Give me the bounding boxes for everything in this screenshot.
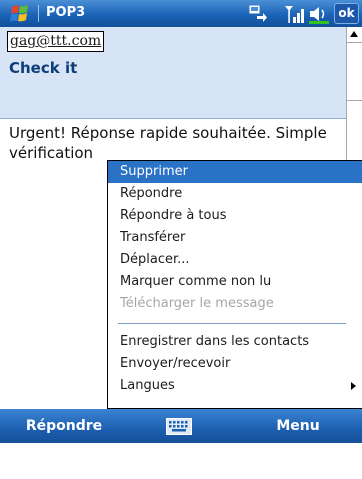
title-bar: POP3 ok — [0, 0, 362, 27]
menu-item-deplacer[interactable]: Déplacer... — [108, 249, 362, 271]
softkey-menu[interactable]: Menu — [234, 409, 362, 443]
windows-start-icon[interactable] — [9, 3, 33, 25]
signal-icon[interactable] — [284, 4, 306, 24]
menu-item-transferer[interactable]: Transférer — [108, 227, 362, 249]
ok-button[interactable]: ok — [334, 3, 359, 24]
scroll-up-arrow-icon[interactable] — [347, 27, 362, 43]
message-header: gag@ttt.com Check it — [0, 27, 346, 119]
volume-icon[interactable] — [308, 4, 330, 24]
menu-item-marquer-non-lu[interactable]: Marquer comme non lu — [108, 271, 362, 293]
menu-item-enregistrer-contacts[interactable]: Enregistrer dans les contacts — [108, 331, 362, 353]
menu-item-envoyer-recevoir[interactable]: Envoyer/recevoir — [108, 353, 362, 375]
menu-item-repondre-a-tous[interactable]: Répondre à tous — [108, 205, 362, 227]
scroll-thumb[interactable] — [347, 43, 362, 101]
softkey-bar: Répondre Menu — [0, 409, 362, 443]
sync-icon[interactable] — [248, 4, 268, 23]
app-title: POP3 — [46, 5, 86, 20]
submenu-arrow-icon — [351, 382, 356, 390]
softkey-repondre[interactable]: Répondre — [0, 409, 128, 443]
message-body: Urgent! Réponse rapide souhaitée. Simple… — [9, 124, 327, 162]
bottom-area — [0, 443, 362, 479]
menu-item-langues-label: Langues — [120, 378, 175, 393]
menu-item-supprimer[interactable]: Supprimer — [108, 161, 362, 183]
menu-item-telecharger-message: Télécharger le message — [120, 296, 274, 311]
message-subject: Check it — [9, 59, 78, 77]
context-menu: Supprimer Répondre Répondre à tous Trans… — [107, 160, 362, 409]
menu-separator — [118, 323, 346, 324]
menu-item-repondre[interactable]: Répondre — [108, 183, 362, 205]
keyboard-icon[interactable] — [166, 418, 192, 435]
menu-item-langues[interactable]: Langues — [108, 375, 362, 397]
sender-address[interactable]: gag@ttt.com — [7, 31, 105, 52]
title-separator — [38, 5, 39, 22]
